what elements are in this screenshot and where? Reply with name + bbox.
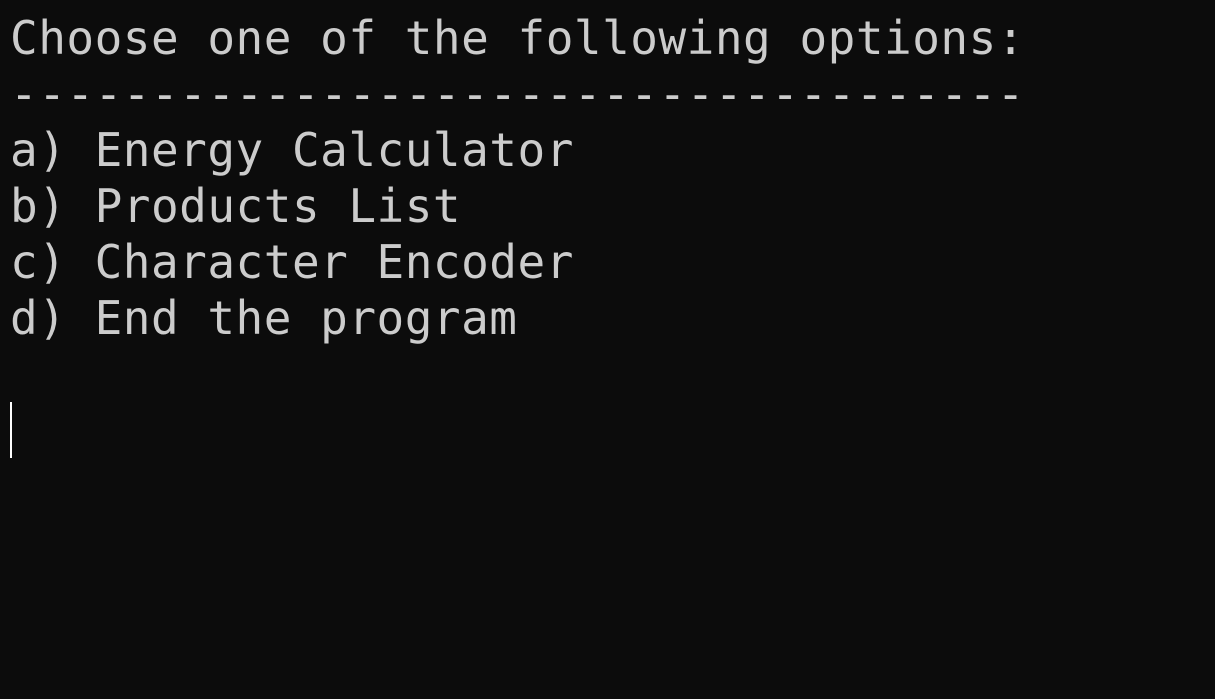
menu-prompt: Choose one of the following options: <box>10 11 1025 65</box>
menu-option-energy-calculator: a) Energy Calculator <box>10 123 574 177</box>
terminal-window[interactable]: Choose one of the following options: ---… <box>0 0 1215 699</box>
menu-separator: ------------------------------------ <box>10 67 1025 121</box>
input-line[interactable] <box>10 402 1215 458</box>
menu-option-character-encoder: c) Character Encoder <box>10 235 574 289</box>
menu-option-products-list: b) Products List <box>10 179 462 233</box>
text-cursor <box>10 402 12 458</box>
menu-option-end-program: d) End the program <box>10 291 518 345</box>
